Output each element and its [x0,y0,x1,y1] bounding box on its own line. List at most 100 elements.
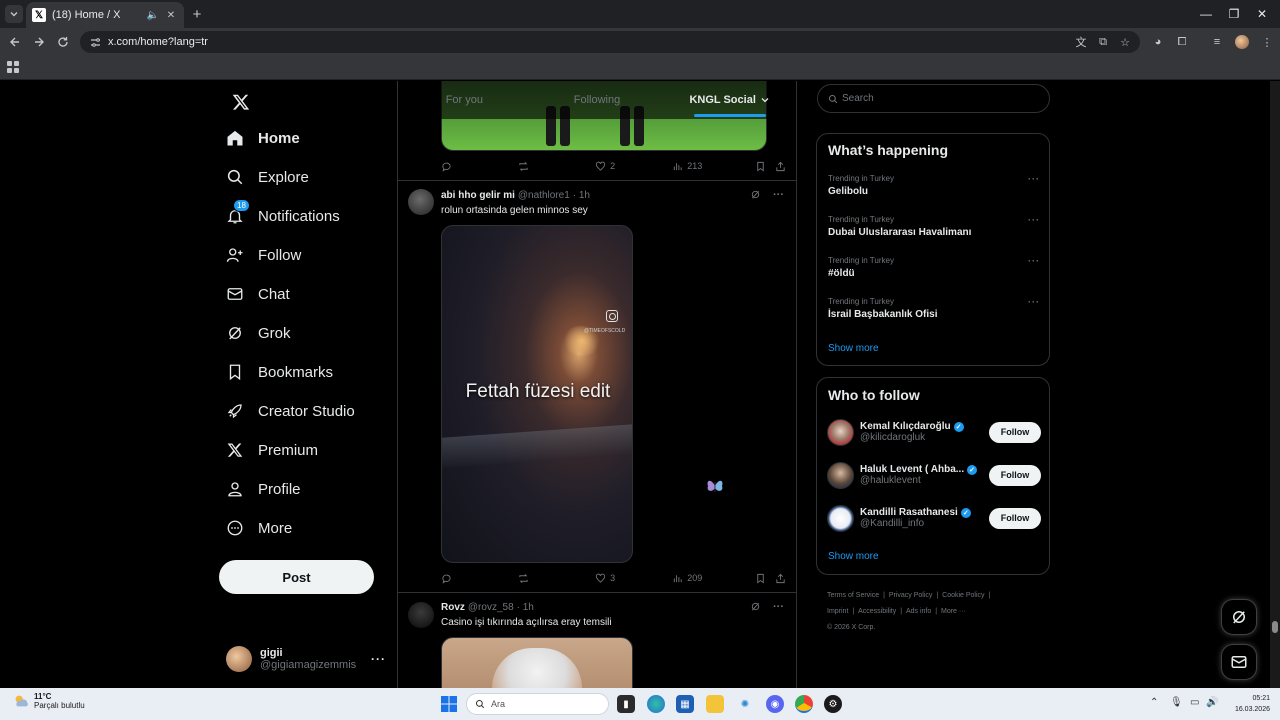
extension-face-icon[interactable]: ◕ [1149,33,1167,51]
apps-grid-icon[interactable] [5,59,21,75]
trend-item[interactable]: Trending in Turkey #öldü ··· [828,256,1040,279]
grok-icon[interactable] [750,601,761,613]
bookmark-icon[interactable] [755,161,775,172]
reply-icon[interactable] [441,573,518,584]
post-author-name[interactable]: Rovz [441,602,465,613]
post-media-image[interactable] [441,637,633,688]
views-button[interactable]: 209 [672,573,755,584]
settings-gear-icon[interactable]: ✺ [736,695,754,713]
nav-bookmarks[interactable]: Bookmarks [224,354,333,390]
footer-link[interactable]: Privacy Policy [889,592,933,599]
reload-icon[interactable] [54,33,72,51]
nav-grok[interactable]: Grok [224,315,291,351]
site-info-icon[interactable] [88,35,102,49]
discord-icon[interactable]: ◉ [766,695,784,713]
show-more-link[interactable]: Show more [828,343,879,354]
more-dots-icon[interactable]: ··· [1028,215,1040,225]
avatar[interactable] [408,189,434,215]
repost-icon[interactable] [518,573,595,584]
reply-icon[interactable] [441,161,518,172]
post-time[interactable]: · 1h [517,602,534,613]
nav-follow[interactable]: Follow [224,237,301,273]
edge-browser-icon[interactable] [647,695,665,713]
tab-kngl-social[interactable]: KNGL Social [663,81,796,119]
search-input[interactable]: Search [817,84,1050,113]
close-tab-icon[interactable]: ✕ [164,8,178,22]
speaker-icon[interactable]: 🔈 [146,8,160,22]
grok-floating-button[interactable] [1221,599,1257,635]
post-video[interactable]: @TIMEOFSCOLD Fettah füzesi edit [441,225,633,563]
footer-link[interactable]: Terms of Service [827,592,879,599]
steam-icon[interactable]: ⚙ [824,695,842,713]
nav-more[interactable]: More [224,510,292,546]
follow-button[interactable]: Follow [989,464,1041,486]
extensions-puzzle-icon[interactable]: ⧠ [1173,33,1191,51]
taskbar-clock[interactable]: 05:21 16.03.2026 [1226,693,1270,715]
profile-avatar-icon[interactable] [1233,33,1251,51]
post-time[interactable]: · 1h [573,190,590,201]
nav-explore[interactable]: Explore [224,159,309,195]
page-scrollbar[interactable] [1270,81,1280,688]
more-dots-icon[interactable]: ··· [1028,297,1040,307]
like-button[interactable]: 2 [595,161,672,172]
store-icon[interactable]: ▦ [676,695,694,713]
close-window-icon[interactable]: ✕ [1252,4,1272,24]
tab-search-button[interactable] [5,5,23,23]
nav-premium[interactable]: Premium [224,432,318,468]
taskbar-search-input[interactable]: Ara [466,693,609,715]
tab-following[interactable]: Following [531,81,664,119]
footer-link[interactable]: Accessibility [858,608,896,615]
more-dots-icon[interactable]: ··· [773,601,784,613]
forward-icon[interactable] [30,33,48,51]
trend-item[interactable]: Trending in Turkey İsrail Başbakanlık Of… [828,297,1040,320]
views-button[interactable]: 213 [672,161,755,172]
task-view-icon[interactable]: ▮ [617,695,635,713]
bookmark-icon[interactable] [755,573,775,584]
nav-notifications[interactable]: 18 Notifications [224,198,340,234]
nav-chat[interactable]: Chat [224,276,290,312]
browser-tab[interactable]: 𝕏 (18) Home / X 🔈 ✕ [26,2,184,28]
post-author-name[interactable]: abi hho gelir mi [441,190,515,201]
bookmark-star-icon[interactable]: ☆ [1116,33,1134,51]
address-bar[interactable]: x.com/home?lang=tr [80,31,1140,53]
post-author-handle[interactable]: @nathlore1 [518,190,570,201]
trend-item[interactable]: Trending in Turkey Gelibolu ··· [828,174,1040,197]
tab-for-you[interactable]: For you [398,81,531,119]
tray-chevron-up-icon[interactable]: ⌃ [1150,697,1158,708]
weather-widget[interactable]: 11°C Parçalı bulutlu [12,692,85,710]
browser-menu-icon[interactable]: ⋮ [1258,33,1276,51]
microphone-icon[interactable]: 🎙 [1170,697,1183,708]
more-dots-icon[interactable]: ··· [1028,256,1040,266]
post-button[interactable]: Post [219,560,374,594]
scrollbar-thumb[interactable] [1272,621,1278,633]
follow-suggestion[interactable]: Kemal Kılıçdaroğlu ✓ @kilicdarogluk Follo… [827,417,1041,447]
footer-link[interactable]: More ··· [941,608,966,615]
x-logo-icon[interactable] [226,87,256,117]
post-author-handle[interactable]: @rovz_58 [468,602,514,613]
footer-link[interactable]: Imprint [827,608,848,615]
volume-icon[interactable]: 🔊 [1206,697,1218,708]
follow-button[interactable]: Follow [989,507,1041,529]
share-icon[interactable] [775,161,786,172]
translate-icon[interactable]: 文 [1072,33,1090,51]
follow-suggestion[interactable]: Kandilli Rasathanesi ✓ @Kandilli_info Fol… [827,503,1041,533]
start-windows-icon[interactable] [440,695,458,713]
back-icon[interactable] [6,33,24,51]
follow-suggestion[interactable]: Haluk Levent ( Ahba... ✓ @haluklevent Fol… [827,460,1041,490]
repost-icon[interactable] [518,161,595,172]
minimize-icon[interactable]: — [1196,4,1216,24]
restore-icon[interactable]: ❐ [1224,4,1244,24]
nav-creator-studio[interactable]: Creator Studio [224,393,355,429]
show-more-link[interactable]: Show more [828,551,879,562]
file-explorer-icon[interactable] [706,695,724,713]
grok-icon[interactable] [750,189,761,201]
footer-link[interactable]: Ads info [906,608,931,615]
nav-home[interactable]: Home [224,120,300,156]
avatar[interactable] [408,602,434,628]
new-tab-button[interactable]: + [188,5,206,23]
like-button[interactable]: 3 [595,573,672,584]
more-dots-icon[interactable]: ··· [1028,174,1040,184]
install-app-icon[interactable]: ⧉ [1094,33,1112,51]
reading-list-icon[interactable]: ≡ [1208,33,1226,51]
chrome-browser-icon[interactable] [795,695,813,713]
